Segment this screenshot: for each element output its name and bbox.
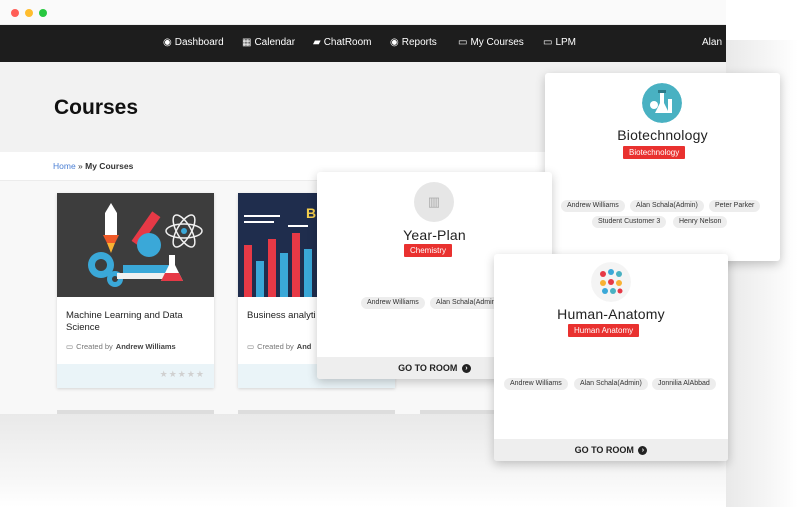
- calendar-icon: ▦: [242, 36, 252, 48]
- course-card-stub: [57, 410, 214, 414]
- nav-label: LPM: [555, 37, 577, 48]
- member-chip: Jonnilia AlAbbad: [652, 378, 716, 390]
- nav-label: Calendar: [254, 37, 296, 48]
- nav-lpm[interactable]: ▭ LPM: [543, 37, 576, 48]
- go-to-room-button[interactable]: GO TO ROOM ›: [494, 439, 728, 461]
- top-navbar: ◉ Dashboard ▦ Calendar ▰ ChatRoom ◉ Repo…: [0, 25, 726, 62]
- instructor-icon: ▭: [66, 342, 74, 351]
- room-name: Year-Plan: [403, 227, 466, 243]
- room-card-human-anatomy[interactable]: Human-Anatomy Human Anatomy Andrew Willi…: [494, 254, 728, 461]
- nav-reports[interactable]: ◉ Reports: [390, 37, 437, 48]
- palette-icon: ◉: [163, 36, 172, 48]
- go-to-room-label: GO TO ROOM: [574, 445, 634, 455]
- page-title: Courses: [54, 96, 139, 119]
- room-card-biotechnology[interactable]: Biotechnology Biotechnology Andrew Willi…: [545, 73, 780, 261]
- room-category-badge: Biotechnology: [623, 146, 686, 159]
- breadcrumb-home-link[interactable]: Home: [53, 161, 76, 171]
- room-name: Biotechnology: [617, 127, 708, 143]
- course-thumbnail-title: B: [306, 205, 317, 221]
- member-chip: Alan Schala(Admin: [430, 297, 502, 309]
- breadcrumb-separator: »: [75, 161, 86, 171]
- instructor-icon: ▭: [247, 342, 255, 351]
- science-illustration-icon: [57, 193, 214, 297]
- go-to-room-label: GO TO ROOM: [398, 363, 458, 373]
- created-by-label: Created by: [257, 342, 294, 351]
- room-name: Human-Anatomy: [557, 306, 665, 322]
- course-card-stub: [420, 410, 495, 414]
- member-chip: Henry Nelson: [673, 216, 728, 228]
- nav-label: Reports: [401, 37, 437, 48]
- nav-label: ChatRoom: [323, 37, 372, 48]
- breadcrumb-current: My Courses: [85, 161, 134, 171]
- palette-icon: ◉: [390, 36, 399, 48]
- nav-chatroom[interactable]: ▰ ChatRoom: [313, 37, 372, 48]
- nav-my-courses[interactable]: ▭ My Courses: [458, 37, 524, 48]
- author-name: And: [296, 342, 312, 351]
- member-chip: Alan Schala(Admin): [630, 200, 704, 212]
- browser-chrome: [0, 0, 726, 25]
- member-chip: Andrew Williams: [361, 297, 425, 309]
- no-image-icon: ▥: [414, 182, 454, 222]
- member-chip: Andrew Williams: [504, 378, 568, 390]
- chat-icon: ▰: [313, 36, 321, 48]
- maximize-window-button[interactable]: [39, 9, 47, 17]
- minimize-window-button[interactable]: [25, 9, 33, 17]
- arrow-right-icon: ›: [461, 364, 471, 374]
- nav-label: My Courses: [470, 37, 524, 48]
- course-thumbnail: [57, 193, 214, 297]
- user-menu[interactable]: Alan: [702, 37, 722, 48]
- course-author: ▭ Created by Andrew Williams: [66, 342, 176, 351]
- author-name: Andrew Williams: [115, 342, 176, 351]
- created-by-label: Created by: [76, 342, 113, 351]
- course-card[interactable]: Machine Learning and Data Science ▭ Crea…: [57, 193, 214, 388]
- rating-stars: ★★★★★: [159, 369, 205, 379]
- nav-dashboard[interactable]: ◉ Dashboard: [163, 37, 224, 48]
- member-chip: Andrew Williams: [561, 200, 625, 212]
- biotech-avatar-icon: [642, 83, 682, 123]
- monitor-icon: ▭: [458, 36, 468, 48]
- course-card-stub: [238, 410, 395, 414]
- member-chip: Student Customer 3: [592, 216, 667, 228]
- course-author: ▭ Created by And: [247, 342, 311, 351]
- close-window-button[interactable]: [11, 9, 19, 17]
- nav-label: Dashboard: [174, 37, 224, 48]
- arrow-right-icon: ›: [638, 446, 648, 456]
- anatomy-avatar-icon: [591, 262, 631, 302]
- course-title[interactable]: Machine Learning and Data Science: [66, 310, 206, 334]
- room-category-badge: Chemistry: [404, 244, 453, 257]
- monitor-icon: ▭: [543, 36, 553, 48]
- breadcrumb: Home » My Courses: [53, 161, 133, 171]
- member-chip: Alan Schala(Admin): [574, 378, 648, 390]
- room-category-badge: Human Anatomy: [568, 324, 640, 337]
- nav-calendar[interactable]: ▦ Calendar: [242, 37, 295, 48]
- member-chip: Peter Parker: [709, 200, 761, 212]
